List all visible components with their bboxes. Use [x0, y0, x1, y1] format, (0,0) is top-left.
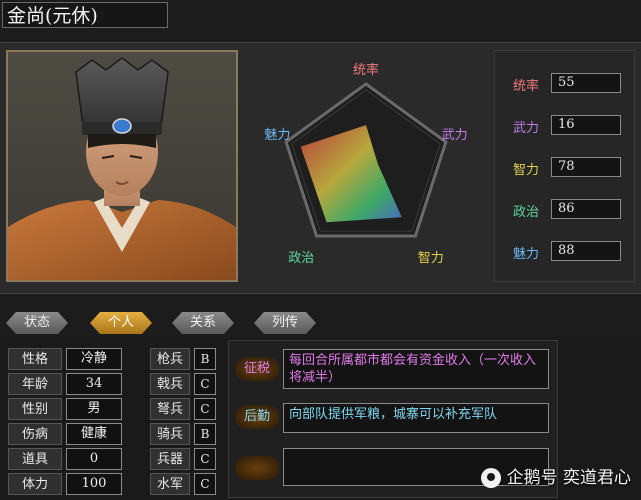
personal-value: 男	[66, 398, 122, 420]
personal-value: 冷静	[66, 348, 122, 370]
aptitude-grade: C	[194, 373, 216, 395]
personal-value: 健康	[66, 423, 122, 445]
stat-value: 78	[551, 157, 621, 177]
skill-name[interactable]: 征税	[235, 357, 279, 381]
stat-label: 武力	[513, 121, 540, 136]
aptitude-grade: C	[194, 448, 216, 470]
stat-value: 88	[551, 241, 621, 261]
aptitude-grade: B	[194, 423, 216, 445]
watermark-text: 企鹅号 奕道君心	[506, 468, 631, 488]
tab-status[interactable]: 状态	[6, 312, 68, 334]
radar-label-zhili: 智力	[418, 251, 444, 266]
stat-value: 86	[551, 199, 621, 219]
officer-name: 金尚(元休)	[2, 2, 168, 28]
personal-label: 年龄	[8, 373, 62, 395]
penguin-logo-icon	[480, 468, 501, 488]
radar-label-wuli: 武力	[442, 128, 468, 143]
personal-value: 0	[66, 448, 122, 470]
stat-row-zhengzhi: 政治 86	[495, 199, 636, 221]
tab-relations[interactable]: 关系	[172, 312, 234, 334]
stat-row-tongshuai: 统率 55	[495, 73, 636, 95]
skill-name-empty[interactable]	[235, 456, 279, 480]
watermark: 企鹅号 奕道君心	[480, 463, 631, 488]
attribute-radar-chart: 统率 武力 智力 政治 魅力	[244, 50, 488, 282]
personal-label: 性别	[8, 398, 62, 420]
stat-label: 政治	[513, 205, 540, 220]
officer-portrait	[6, 50, 238, 282]
personal-label: 性格	[8, 348, 62, 370]
stat-row-meili: 魅力 88	[495, 241, 636, 263]
stat-row-zhili: 智力 78	[495, 157, 636, 179]
aptitude-label: 弩兵	[150, 398, 190, 420]
aptitude-label: 水军	[150, 473, 190, 495]
stat-label: 魅力	[513, 247, 540, 262]
aptitude-grade: C	[194, 398, 216, 420]
skill-description: 向部队提供军粮，城寨可以补充军队	[283, 403, 549, 433]
stat-label: 智力	[513, 163, 540, 178]
aptitude-label: 骑兵	[150, 423, 190, 445]
personal-value: 34	[66, 373, 122, 395]
personal-label: 体力	[8, 473, 62, 495]
aptitude-grade: B	[194, 348, 216, 370]
tab-personal[interactable]: 个人	[90, 312, 152, 334]
radar-label-meili: 魅力	[264, 128, 290, 143]
skill-description: 每回合所属都市都会有资金收入（一次收入将减半）	[283, 349, 549, 389]
aptitude-label: 枪兵	[150, 348, 190, 370]
stat-label: 统率	[513, 79, 540, 94]
stat-row-wuli: 武力 16	[495, 115, 636, 137]
personal-label: 伤病	[8, 423, 62, 445]
skill-name[interactable]: 后勤	[235, 405, 279, 429]
aptitude-grade: C	[194, 473, 216, 495]
radar-label-tongshuai: 统率	[353, 62, 379, 78]
aptitude-label: 戟兵	[150, 373, 190, 395]
attribute-stats-panel: 统率 55 武力 16 智力 78 政治 86 魅力 88	[494, 50, 635, 282]
stat-value: 55	[551, 73, 621, 93]
personal-label: 道具	[8, 448, 62, 470]
radar-label-zhengzhi: 政治	[288, 251, 314, 266]
tab-biography[interactable]: 列传	[254, 312, 316, 334]
info-tabs: 状态 个人 关系 列传	[0, 312, 641, 334]
personal-value: 100	[66, 473, 122, 495]
stat-value: 16	[551, 115, 621, 135]
aptitude-label: 兵器	[150, 448, 190, 470]
